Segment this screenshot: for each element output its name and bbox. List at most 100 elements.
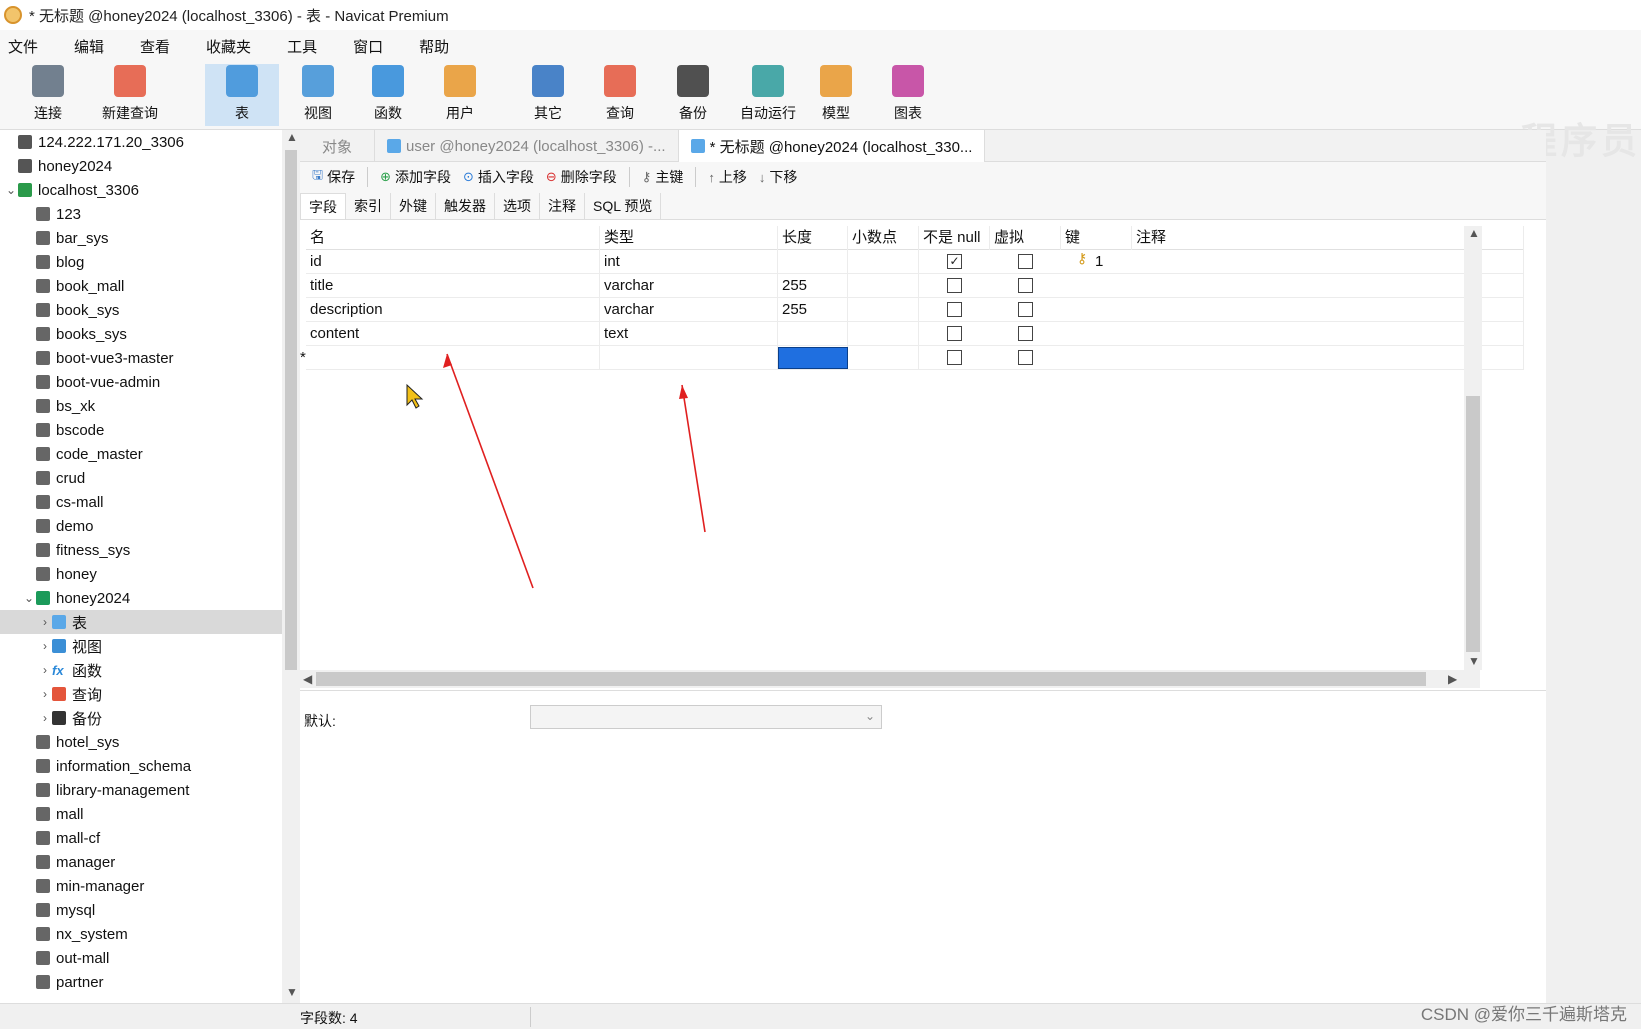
- tree-item[interactable]: › fx 函数: [0, 658, 282, 682]
- field-length-cell[interactable]: 255: [778, 274, 848, 298]
- scroll-left-icon[interactable]: ◀: [303, 672, 312, 686]
- tree-item[interactable]: honey: [0, 562, 282, 586]
- default-value-combo[interactable]: ⌄: [530, 705, 882, 729]
- toolbar-button-11[interactable]: 模型: [808, 64, 864, 126]
- query-icon[interactable]: [604, 65, 636, 97]
- subtab[interactable]: 触发器: [436, 193, 495, 219]
- chevron-down-icon[interactable]: ⌄: [865, 709, 875, 723]
- tab-0[interactable]: 对象: [300, 130, 375, 162]
- robot-icon[interactable]: [752, 65, 784, 97]
- menu-item[interactable]: 文件: [8, 36, 38, 57]
- tree-item[interactable]: bar_sys: [0, 226, 282, 250]
- tree-item[interactable]: library-management: [0, 778, 282, 802]
- subtab[interactable]: 注释: [540, 193, 585, 219]
- field-decimal-cell[interactable]: [848, 274, 919, 298]
- tree-item[interactable]: › 视图: [0, 634, 282, 658]
- save-button[interactable]: 🖫 保存: [312, 166, 355, 188]
- not-null-checkbox[interactable]: [947, 302, 962, 317]
- tree-item[interactable]: mall: [0, 802, 282, 826]
- user-icon[interactable]: [444, 65, 476, 97]
- tree-item[interactable]: boot-vue-admin: [0, 370, 282, 394]
- field-decimal-cell[interactable]: [848, 346, 919, 370]
- menu-item[interactable]: 工具: [287, 36, 317, 57]
- table-row[interactable]: title varchar 255: [306, 274, 1524, 298]
- tab-2[interactable]: * 无标题 @honey2024 (localhost_330...: [678, 130, 986, 162]
- scroll-up-icon[interactable]: ▲: [1468, 226, 1480, 240]
- not-null-checkbox[interactable]: [947, 326, 962, 341]
- grid-horizontal-scrollbar[interactable]: ◀ ▶: [300, 670, 1480, 688]
- toolbar-button-7[interactable]: 其它: [512, 64, 584, 126]
- add-field-button[interactable]: ⊕ 添加字段: [380, 167, 451, 187]
- tree-item[interactable]: bs_xk: [0, 394, 282, 418]
- chart-icon[interactable]: [892, 65, 924, 97]
- tree-item[interactable]: mysql: [0, 898, 282, 922]
- delete-field-button[interactable]: ⊖ 删除字段: [546, 167, 617, 187]
- field-name-cell[interactable]: description: [306, 298, 600, 322]
- not-null-checkbox[interactable]: ✓: [947, 254, 962, 269]
- tree-item[interactable]: crud: [0, 466, 282, 490]
- toolbar-button-5[interactable]: 函数: [360, 64, 416, 126]
- menu-item[interactable]: 收藏夹: [206, 36, 251, 57]
- scroll-down-icon[interactable]: ▼: [286, 985, 298, 999]
- column-header[interactable]: 键: [1061, 226, 1132, 250]
- column-header[interactable]: 长度: [778, 226, 848, 250]
- tree-item[interactable]: boot-vue3-master: [0, 346, 282, 370]
- chevron-icon[interactable]: ⌄: [22, 591, 36, 605]
- field-name-cell[interactable]: id: [306, 250, 600, 274]
- tree-item[interactable]: partner: [0, 970, 282, 994]
- scroll-thumb[interactable]: [1466, 396, 1480, 652]
- chevron-icon[interactable]: ›: [38, 615, 52, 629]
- field-decimal-cell[interactable]: [848, 298, 919, 322]
- backup-icon[interactable]: [677, 65, 709, 97]
- tree-item[interactable]: books_sys: [0, 322, 282, 346]
- subtab[interactable]: SQL 预览: [585, 193, 662, 219]
- column-header[interactable]: 虚拟: [990, 226, 1061, 250]
- tree-item[interactable]: code_master: [0, 442, 282, 466]
- menu-item[interactable]: 查看: [140, 36, 170, 57]
- tree-item[interactable]: › 备份: [0, 706, 282, 730]
- new-query-icon[interactable]: [114, 65, 146, 97]
- not-null-checkbox[interactable]: [947, 350, 962, 365]
- toolbar-button-10[interactable]: 自动运行: [728, 64, 808, 126]
- toolbar-button-12[interactable]: 图表: [880, 64, 936, 126]
- scroll-thumb[interactable]: [285, 150, 297, 670]
- menu-item[interactable]: 编辑: [74, 36, 104, 57]
- scroll-right-icon[interactable]: ▶: [1448, 672, 1457, 686]
- tree-item[interactable]: book_mall: [0, 274, 282, 298]
- view-icon[interactable]: [302, 65, 334, 97]
- toolbar-button-3[interactable]: 表: [205, 64, 279, 126]
- tree-item[interactable]: mall-cf: [0, 826, 282, 850]
- tree-item[interactable]: cs-mall: [0, 490, 282, 514]
- tree-item[interactable]: › 查询: [0, 682, 282, 706]
- tree-item[interactable]: min-manager: [0, 874, 282, 898]
- tree-item[interactable]: 124.222.171.20_3306: [0, 130, 282, 154]
- virtual-checkbox[interactable]: [1018, 302, 1033, 317]
- column-header[interactable]: 类型: [600, 226, 778, 250]
- grid-vertical-scrollbar[interactable]: ▲ ▼: [1464, 226, 1482, 670]
- table-row[interactable]: *: [300, 346, 1524, 370]
- field-name-cell[interactable]: content: [306, 322, 600, 346]
- field-length-cell[interactable]: [778, 322, 848, 346]
- subtab[interactable]: 字段: [300, 193, 346, 219]
- not-null-checkbox[interactable]: [947, 278, 962, 293]
- toolbar-button-1[interactable]: 连接: [20, 64, 76, 126]
- virtual-checkbox[interactable]: [1018, 254, 1033, 269]
- scroll-thumb[interactable]: [316, 672, 1426, 686]
- toolbar-button-9[interactable]: 备份: [665, 64, 721, 126]
- tree-item[interactable]: ⌄ honey2024: [0, 586, 282, 610]
- tree-item[interactable]: 123: [0, 202, 282, 226]
- tab-1[interactable]: user @honey2024 (localhost_3306) -...: [375, 130, 679, 162]
- subtab[interactable]: 索引: [346, 193, 391, 219]
- table-row[interactable]: description varchar 255: [306, 298, 1524, 322]
- tree-item[interactable]: out-mall: [0, 946, 282, 970]
- table-row[interactable]: id int ✓ ⚷ 1: [306, 250, 1524, 274]
- tree-item[interactable]: blog: [0, 250, 282, 274]
- scroll-up-icon[interactable]: ▲: [286, 130, 298, 144]
- menu-item[interactable]: 帮助: [419, 36, 449, 57]
- function-icon[interactable]: [372, 65, 404, 97]
- tree-item[interactable]: bscode: [0, 418, 282, 442]
- field-length-cell[interactable]: [778, 250, 848, 274]
- tree-item[interactable]: honey2024: [0, 154, 282, 178]
- menu-item[interactable]: 窗口: [353, 36, 383, 57]
- chevron-icon[interactable]: ›: [38, 639, 52, 653]
